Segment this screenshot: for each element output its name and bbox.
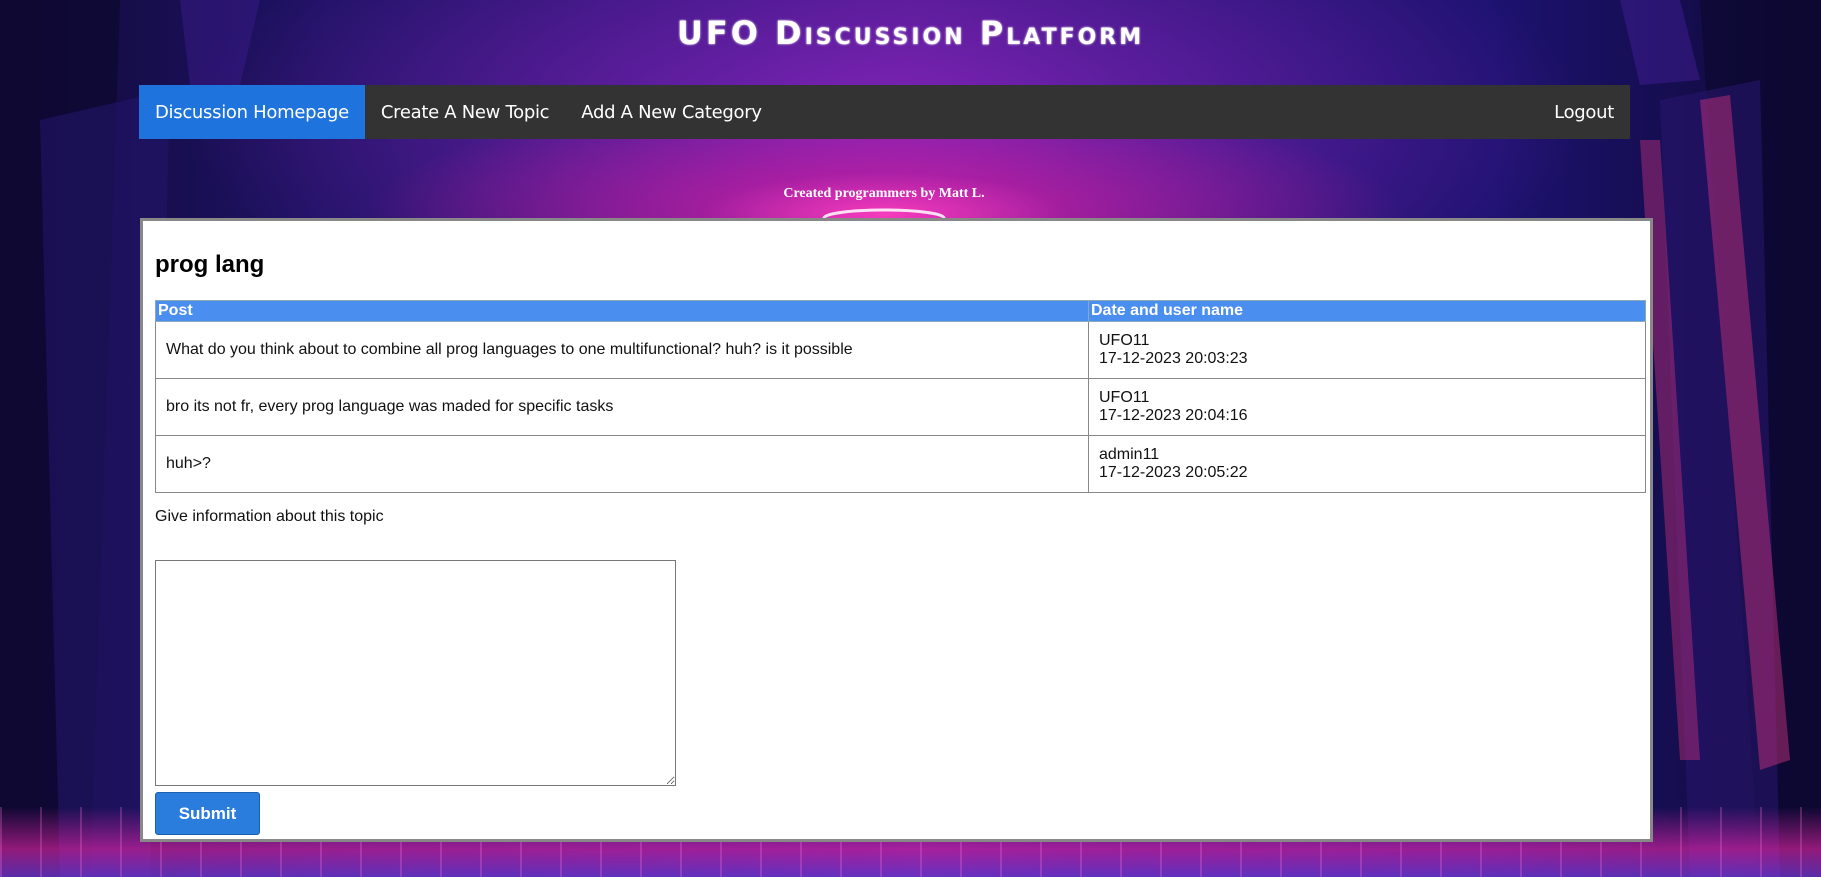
nav-logout[interactable]: Logout	[1538, 85, 1630, 139]
column-header-post: Post	[155, 300, 1089, 322]
post-text: bro its not fr, every prog language was …	[155, 378, 1089, 436]
table-row: huh>? admin11 17-12-2023 20:05:22	[155, 435, 1646, 493]
post-meta: UFO11 17-12-2023 20:03:23	[1088, 321, 1646, 379]
post-user: UFO11	[1099, 389, 1150, 406]
credits-text: Created programmers by Matt L.	[783, 186, 985, 201]
post-meta: admin11 17-12-2023 20:05:22	[1088, 435, 1646, 493]
main-navbar: Discussion Homepage Create A New Topic A…	[139, 85, 1630, 139]
site-title: UFO Discussion Platform	[676, 14, 1145, 52]
reply-prompt: Give information about this topic	[155, 508, 384, 525]
post-date: 17-12-2023 20:05:22	[1099, 464, 1248, 481]
post-meta: UFO11 17-12-2023 20:04:16	[1088, 378, 1646, 436]
table-row: bro its not fr, every prog language was …	[155, 378, 1646, 436]
nav-discussion-homepage[interactable]: Discussion Homepage	[139, 85, 365, 139]
column-header-date-user: Date and user name	[1088, 300, 1646, 322]
topic-title: prog lang	[155, 251, 265, 278]
table-row: What do you think about to combine all p…	[155, 321, 1646, 379]
post-user: UFO11	[1099, 332, 1150, 349]
posts-table: Post Date and user name What do you thin…	[155, 300, 1646, 493]
topic-panel: prog lang Post Date and user name What d…	[140, 218, 1653, 842]
nav-create-topic[interactable]: Create A New Topic	[365, 85, 565, 139]
submit-button[interactable]: Submit	[155, 792, 260, 835]
post-date: 17-12-2023 20:04:16	[1099, 407, 1248, 424]
post-text: What do you think about to combine all p…	[155, 321, 1089, 379]
post-date: 17-12-2023 20:03:23	[1099, 350, 1248, 367]
nav-add-category[interactable]: Add A New Category	[565, 85, 777, 139]
posts-table-header: Post Date and user name	[155, 300, 1646, 322]
reply-textarea[interactable]	[155, 560, 676, 786]
post-text: huh>?	[155, 435, 1089, 493]
post-user: admin11	[1099, 446, 1160, 463]
